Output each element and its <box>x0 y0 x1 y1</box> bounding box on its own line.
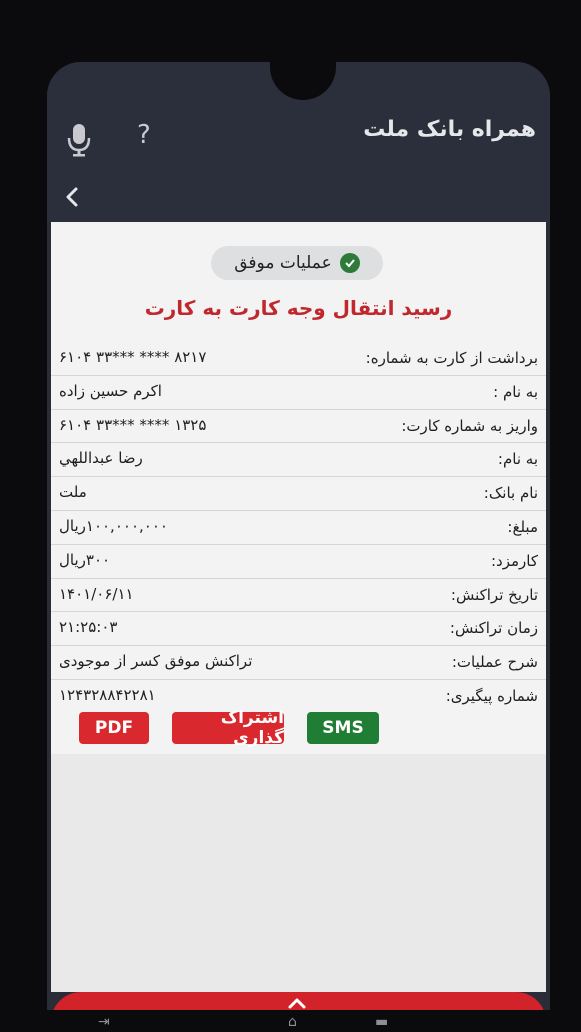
check-icon <box>339 253 360 273</box>
action-buttons: PDF اشتراک گذاری SMS <box>51 704 546 748</box>
row-label: نام بانک: <box>483 484 538 503</box>
receipt-row-dest-name: به نام: رضا عبداللهي <box>51 443 546 478</box>
status-badge: عملیات موفق <box>211 246 383 280</box>
row-value: رضا عبداللهي <box>59 449 143 468</box>
row-value: ۲۱:۲۵:۰۳ <box>59 618 118 637</box>
row-label: به نام : <box>493 382 538 401</box>
receipt-row-description: شرح عملیات: تراکنش موفق کسر از موجودی <box>51 646 546 680</box>
row-value: ۱۲۴۳۲۸۸۴۲۲۸۱ <box>59 685 156 704</box>
row-label: شماره پیگیری: <box>445 686 538 705</box>
row-value: ۱۳۲۵ **** ***۳۳ ۶۱۰۴ <box>59 415 207 434</box>
receipt-row-time: زمان تراکنش: ۲۱:۲۵:۰۳ <box>51 612 546 647</box>
phone-screen: همراه بانک ملت ? عملیات موفق رسید انتقال… <box>47 62 550 1022</box>
row-label: مبلغ: <box>507 517 538 536</box>
row-value: ۸۲۱۷ **** ***۳۳ ۶۱۰۴ <box>59 348 207 366</box>
receipt-row-source-card: برداشت از کارت به شماره: ۸۲۱۷ **** ***۳۳… <box>51 342 546 376</box>
row-label: واریز به شماره کارت: <box>401 416 538 435</box>
share-button[interactable]: اشتراک گذاری <box>172 708 284 748</box>
exit-icon[interactable]: ⇥ <box>98 1014 110 1030</box>
system-nav-bar: ⇥ ⌂ ▬ <box>0 1010 581 1032</box>
row-value: اکرم حسین زاده <box>59 381 162 400</box>
row-value: ۱۰۰,۰۰۰,۰۰۰ریال <box>59 516 168 535</box>
home-icon[interactable]: ⌂ <box>288 1014 297 1030</box>
app-title: همراه بانک ملت <box>363 117 536 142</box>
row-value: تراکنش موفق کسر از موجودی <box>59 652 253 671</box>
row-label: برداشت از کارت به شماره: <box>365 349 538 367</box>
main-content: عملیات موفق رسید انتقال وجه کارت به کارت… <box>51 222 546 992</box>
chevron-up-icon[interactable] <box>286 996 308 1010</box>
row-label: به نام: <box>497 450 538 469</box>
row-value: ۳۰۰ریال <box>59 550 111 569</box>
microphone-icon[interactable] <box>67 122 91 158</box>
receipt-row-fee: کارمزد: ۳۰۰ریال <box>51 545 546 579</box>
row-label: شرح عملیات: <box>451 653 538 672</box>
receipt-row-source-name: به نام : اکرم حسین زاده <box>51 376 546 410</box>
row-label: کارمزد: <box>491 551 538 570</box>
receipt-row-amount: مبلغ: ۱۰۰,۰۰۰,۰۰۰ریال <box>51 511 546 545</box>
status-label: عملیات موفق <box>234 253 332 273</box>
receipt-row-bank: نام بانک: ملت <box>51 477 546 511</box>
back-chevron-icon[interactable] <box>63 186 81 208</box>
row-label: زمان تراکنش: <box>449 619 538 638</box>
receipt-row-date: تاریخ تراکنش: ۱۴۰۱/۰۶/۱۱ <box>51 579 546 613</box>
pdf-button[interactable]: PDF <box>79 712 149 744</box>
receipt-row-dest-card: واریز به شماره کارت: ۱۳۲۵ **** ***۳۳ ۶۱۰… <box>51 410 546 444</box>
receipt-rows: برداشت از کارت به شماره: ۸۲۱۷ **** ***۳۳… <box>51 342 546 713</box>
row-value: ۱۴۰۱/۰۶/۱۱ <box>59 584 134 603</box>
receipt-title: رسید انتقال وجه کارت به کارت <box>144 296 453 320</box>
row-label: تاریخ تراکنش: <box>450 585 538 604</box>
row-value: ملت <box>59 483 87 502</box>
menu-icon[interactable]: ▬ <box>375 1014 388 1030</box>
help-icon[interactable]: ? <box>137 120 151 150</box>
sms-button[interactable]: SMS <box>307 712 379 744</box>
receipt-card: عملیات موفق رسید انتقال وجه کارت به کارت… <box>51 222 546 754</box>
